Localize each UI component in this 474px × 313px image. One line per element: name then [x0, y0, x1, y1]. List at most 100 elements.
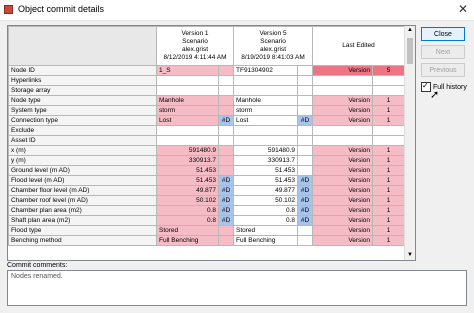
version-5-value[interactable]: Stored: [233, 225, 298, 236]
version-1-value[interactable]: 50.102: [156, 195, 219, 206]
version-1-flag[interactable]: [218, 65, 234, 76]
table-row[interactable]: Chamber floor level (m AD) 49.877 #D 49.877…: [8, 185, 406, 196]
version-5-flag[interactable]: #D: [296, 205, 314, 216]
version-5-value[interactable]: 49.877: [233, 185, 298, 196]
row-label[interactable]: Benching method: [8, 235, 157, 246]
last-edited-version[interactable]: Version: [312, 105, 374, 116]
last-edited-version[interactable]: [312, 75, 374, 86]
version-1-value[interactable]: 51.453: [156, 165, 219, 176]
table-row[interactable]: System type storm storm Version 1: [8, 105, 406, 116]
version-1-flag[interactable]: [218, 85, 234, 96]
last-edited-version[interactable]: Version: [312, 205, 374, 216]
version-5-value[interactable]: 50.102: [233, 195, 298, 206]
row-label[interactable]: Asset ID: [8, 135, 157, 146]
row-label[interactable]: Exclude: [8, 125, 157, 136]
version-1-value[interactable]: Stored: [156, 225, 219, 236]
row-label[interactable]: Node ID: [8, 65, 157, 76]
row-label[interactable]: Connection type: [8, 115, 157, 126]
version-1-flag[interactable]: [218, 165, 234, 176]
version-1-value[interactable]: 1_S: [156, 65, 219, 76]
version-1-value[interactable]: 0.8: [156, 205, 219, 216]
version-1-flag[interactable]: [218, 95, 234, 106]
version-1-flag[interactable]: #D: [218, 215, 234, 226]
version-5-flag[interactable]: [296, 135, 314, 146]
close-icon[interactable]: ✕: [458, 2, 468, 16]
version-5-flag[interactable]: [296, 105, 314, 116]
last-edited-number[interactable]: [372, 85, 406, 96]
version-5-value[interactable]: 51.453: [233, 165, 298, 176]
last-edited-version[interactable]: Version: [312, 155, 374, 166]
last-edited-number[interactable]: 1: [372, 105, 406, 116]
version-5-flag[interactable]: [296, 75, 314, 86]
last-edited-number[interactable]: [372, 125, 406, 136]
last-edited-version[interactable]: Version: [312, 65, 374, 76]
last-edited-version[interactable]: Version: [312, 225, 374, 236]
version-1-value[interactable]: [156, 85, 219, 96]
version-1-value[interactable]: [156, 75, 219, 86]
vertical-scrollbar[interactable]: ▲ ▼: [404, 26, 415, 260]
last-edited-number[interactable]: 1: [372, 205, 406, 216]
last-edited-number[interactable]: 1: [372, 145, 406, 156]
version-1-flag[interactable]: [218, 235, 234, 246]
version-1-flag[interactable]: #D: [218, 175, 234, 186]
version-5-value[interactable]: 51.453: [233, 175, 298, 186]
row-label[interactable]: Chamber floor level (m AD): [8, 185, 157, 196]
last-edited-number[interactable]: 5: [372, 65, 406, 76]
version-1-flag[interactable]: #D: [218, 115, 234, 126]
commit-grid[interactable]: Version 1 Scenario alex.grist 8/12/2019 …: [7, 25, 416, 261]
version-5-flag[interactable]: [296, 125, 314, 136]
next-button[interactable]: Next: [421, 45, 465, 59]
table-row[interactable]: Benching method Full Benching Full Benchin…: [8, 235, 406, 246]
version-1-value[interactable]: Manhole: [156, 95, 219, 106]
version-5-value[interactable]: 0.8: [233, 215, 298, 226]
last-edited-number[interactable]: 1: [372, 155, 406, 166]
table-row[interactable]: Chamber roof level (m AD) 50.102 #D 50.102 #…: [8, 195, 406, 206]
row-label[interactable]: Flood type: [8, 225, 157, 236]
version-1-flag[interactable]: #D: [218, 195, 234, 206]
full-history-checkbox[interactable]: Full history: [421, 81, 467, 92]
last-edited-version[interactable]: [312, 85, 374, 96]
table-row[interactable]: Ground level (m AD) 51.453 51.453 Version 1: [8, 165, 406, 176]
version-5-flag[interactable]: #D: [296, 195, 314, 206]
version-5-flag[interactable]: [296, 145, 314, 156]
version-1-flag[interactable]: #D: [218, 205, 234, 216]
last-edited-number[interactable]: [372, 75, 406, 86]
last-edited-version[interactable]: Version: [312, 145, 374, 156]
version-5-value[interactable]: [233, 75, 298, 86]
version-5-flag[interactable]: [296, 65, 314, 76]
version-5-value[interactable]: Full Benching: [233, 235, 298, 246]
last-edited-number[interactable]: 1: [372, 215, 406, 226]
version-1-flag[interactable]: #D: [218, 185, 234, 196]
version-1-value[interactable]: 0.8: [156, 215, 219, 226]
table-row[interactable]: Storage array: [8, 85, 406, 96]
last-edited-number[interactable]: 1: [372, 115, 406, 126]
last-edited-version[interactable]: Version: [312, 165, 374, 176]
version-1-flag[interactable]: [218, 105, 234, 116]
version-5-value[interactable]: [233, 125, 298, 136]
version-1-value[interactable]: [156, 135, 219, 146]
version-5-value[interactable]: 330913.7: [233, 155, 298, 166]
version-1-flag[interactable]: [218, 75, 234, 86]
previous-button[interactable]: Previous: [421, 63, 465, 77]
version-1-value[interactable]: Lost: [156, 115, 219, 126]
last-edited-version[interactable]: [312, 125, 374, 136]
version-5-value[interactable]: TF91304902: [233, 65, 298, 76]
version-5-flag[interactable]: [296, 235, 314, 246]
table-row[interactable]: Hyperlinks: [8, 75, 406, 86]
version-5-value[interactable]: [233, 85, 298, 96]
version-1-value[interactable]: 591480.9: [156, 145, 219, 156]
last-edited-version[interactable]: Version: [312, 115, 374, 126]
table-row[interactable]: Node ID 1_S TF91304902 Version 5: [8, 65, 406, 76]
last-edited-number[interactable]: 1: [372, 165, 406, 176]
row-label[interactable]: Shaft plan area (m2): [8, 215, 157, 226]
last-edited-version[interactable]: Version: [312, 215, 374, 226]
table-row[interactable]: Flood level (m AD) 51.453 #D 51.453 #D Versio…: [8, 175, 406, 186]
row-label[interactable]: Ground level (m AD): [8, 165, 157, 176]
last-edited-version[interactable]: Version: [312, 235, 374, 246]
table-row[interactable]: y (m) 330913.7 330913.7 Version 1: [8, 155, 406, 166]
version-5-flag[interactable]: #D: [296, 115, 314, 126]
version-1-value[interactable]: Full Benching: [156, 235, 219, 246]
last-edited-number[interactable]: 1: [372, 225, 406, 236]
version-5-flag[interactable]: #D: [296, 175, 314, 186]
scroll-down-icon[interactable]: ▼: [405, 251, 415, 260]
